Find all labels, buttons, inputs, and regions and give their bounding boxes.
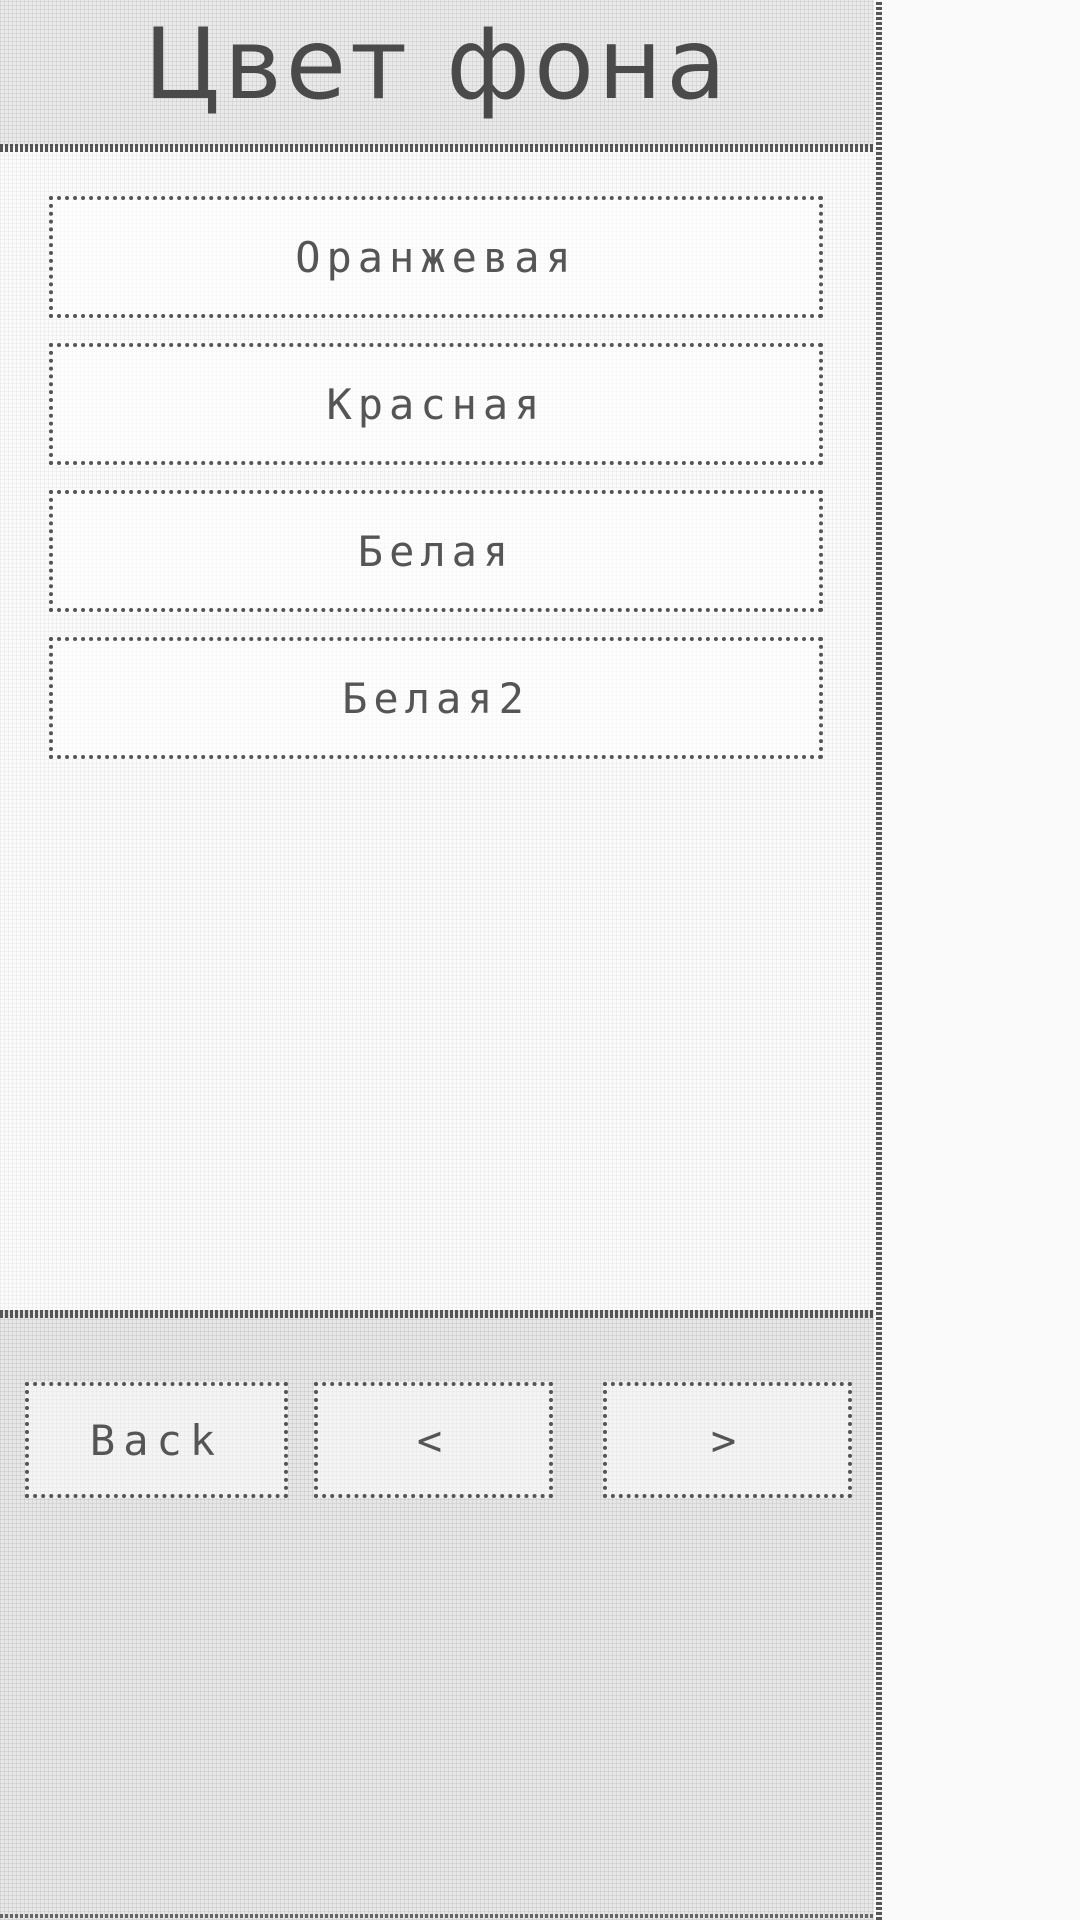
footer-divider [0, 1914, 874, 1918]
option-orange-button[interactable]: Оранжевая [49, 196, 823, 318]
page-title: Цвет фона [143, 8, 731, 122]
option-white-button[interactable]: Белая [49, 490, 823, 612]
back-button[interactable]: Back [25, 1382, 288, 1498]
right-edge-border [876, 0, 882, 1920]
option-red-button[interactable]: Красная [49, 343, 823, 465]
screen: Цвет фона Оранжевая Красная Белая Белая2… [0, 0, 882, 1920]
options-list: Оранжевая Красная Белая Белая2 [49, 196, 823, 784]
option-white2-button[interactable]: Белая2 [49, 637, 823, 759]
footer-nav: Back < > [0, 1310, 874, 1920]
header: Цвет фона [0, 0, 874, 152]
next-page-button[interactable]: > [603, 1382, 852, 1498]
previous-page-button[interactable]: < [314, 1382, 553, 1498]
